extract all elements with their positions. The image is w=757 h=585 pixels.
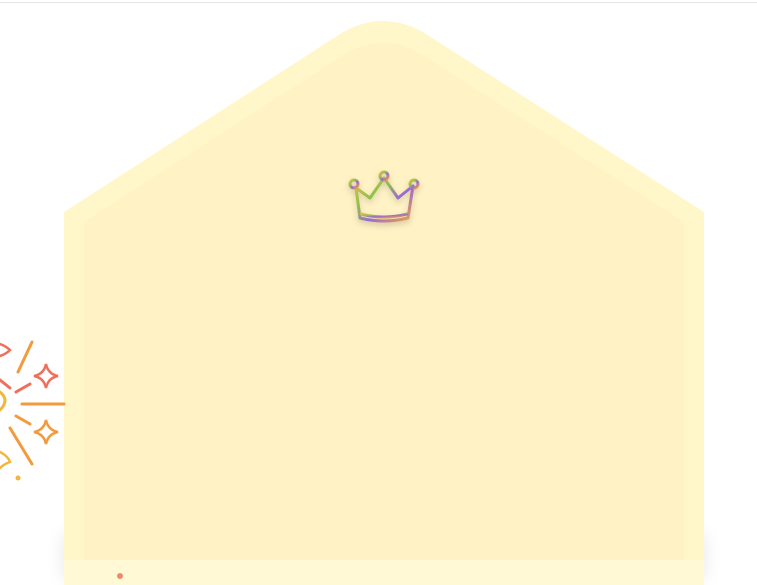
envelope-footer-bar [64, 560, 704, 585]
indicator-dot [117, 573, 123, 579]
envelope-illustration [0, 21, 704, 585]
envelope-inner [84, 43, 684, 560]
firework-sparkle-icon [0, 340, 66, 481]
gift-envelope-screen [0, 0, 757, 585]
